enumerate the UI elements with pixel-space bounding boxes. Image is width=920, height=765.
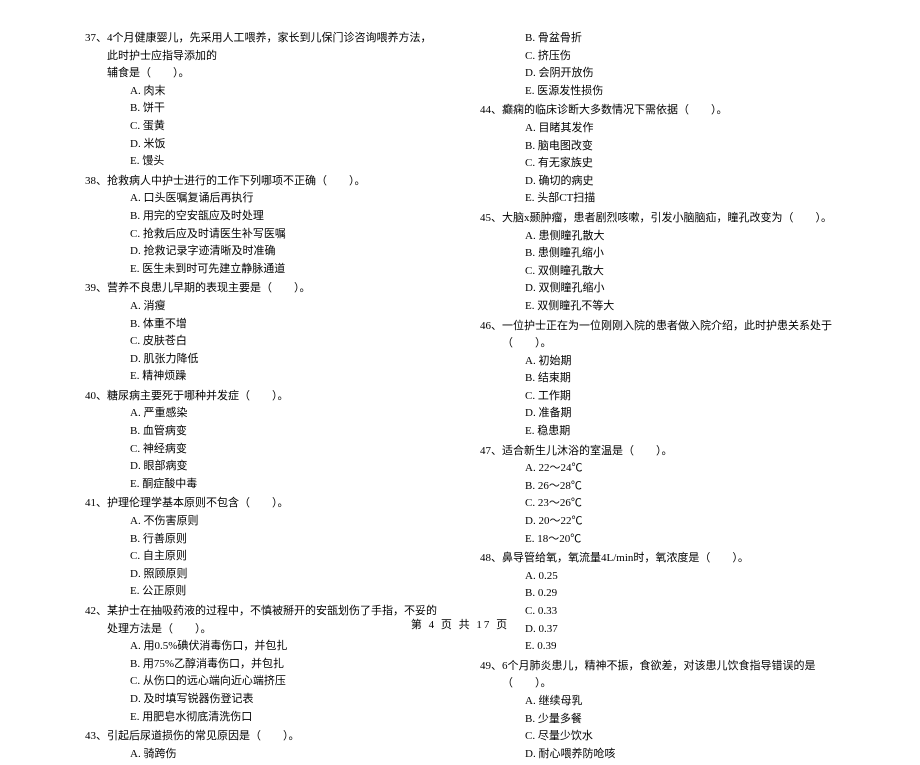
option-a: A. 继续母乳 <box>480 693 835 711</box>
option-b: B. 体重不增 <box>85 316 440 334</box>
question-text: 43、引起后尿道损伤的常见原因是（ ）。 <box>85 728 440 746</box>
option-e: E. 双侧瞳孔不等大 <box>480 298 835 316</box>
question-text: 39、营养不良患儿早期的表现主要是（ ）。 <box>85 280 440 298</box>
option-e: E. 医生未到时可先建立静脉通道 <box>85 261 440 279</box>
page-footer: 第 4 页 共 17 页 <box>0 617 920 635</box>
left-column: 37、4个月健康婴儿，先采用人工喂养，家长到儿保门诊咨询喂养方法，此时护士应指导… <box>85 30 440 765</box>
question-45: 45、大脑x颞肿瘤，患者剧烈咳嗽，引发小脑脑疝，瞳孔改变为（ ）。 A. 患侧瞳… <box>480 210 835 316</box>
option-e: E. 公正原则 <box>85 583 440 601</box>
option-e: E. 头部CT扫描 <box>480 190 835 208</box>
option-a: A. 消瘦 <box>85 298 440 316</box>
option-b: B. 脑电图改变 <box>480 138 835 156</box>
question-text: 37、4个月健康婴儿，先采用人工喂养，家长到儿保门诊咨询喂养方法，此时护士应指导… <box>85 30 440 65</box>
option-e: E. 馒头 <box>85 153 440 171</box>
question-text-cont: 辅食是（ ）。 <box>85 65 440 83</box>
option-a: A. 骑跨伤 <box>85 746 440 764</box>
option-b: B. 用75%乙醇消毒伤口，并包扎 <box>85 656 440 674</box>
question-40: 40、糖尿病主要死于哪种并发症（ ）。 A. 严重感染 B. 血管病变 C. 神… <box>85 388 440 494</box>
question-38: 38、抢救病人中护士进行的工作下列哪项不正确（ ）。 A. 口头医嘱复诵后再执行… <box>85 173 440 279</box>
option-a: A. 0.25 <box>480 568 835 586</box>
option-b: B. 骨盆骨折 <box>480 30 835 48</box>
question-47: 47、适合新生儿沐浴的室温是（ ）。 A. 22～24℃ B. 26～28℃ C… <box>480 443 835 549</box>
option-d: D. 双侧瞳孔缩小 <box>480 280 835 298</box>
option-d: D. 耐心喂养防呛咳 <box>480 746 835 764</box>
question-46: 46、一位护士正在为一位刚刚入院的患者做入院介绍，此时护患关系处于（ ）。 A.… <box>480 318 835 441</box>
option-b: B. 饼干 <box>85 100 440 118</box>
option-c: C. 神经病变 <box>85 441 440 459</box>
question-41: 41、护理伦理学基本原则不包含（ ）。 A. 不伤害原则 B. 行善原则 C. … <box>85 495 440 601</box>
question-49: 49、6个月肺炎患儿，精神不振，食欲差，对该患儿饮食指导错误的是（ ）。 A. … <box>480 658 835 764</box>
option-a: A. 不伤害原则 <box>85 513 440 531</box>
option-d: D. 肌张力降低 <box>85 351 440 369</box>
option-a: A. 严重感染 <box>85 405 440 423</box>
question-text: 45、大脑x颞肿瘤，患者剧烈咳嗽，引发小脑脑疝，瞳孔改变为（ ）。 <box>480 210 835 228</box>
option-c: C. 皮肤苍白 <box>85 333 440 351</box>
option-c: C. 有无家族史 <box>480 155 835 173</box>
option-d: D. 准备期 <box>480 405 835 423</box>
option-e: E. 稳患期 <box>480 423 835 441</box>
option-a: A. 用0.5%碘伏消毒伤口，并包扎 <box>85 638 440 656</box>
content-columns: 37、4个月健康婴儿，先采用人工喂养，家长到儿保门诊咨询喂养方法，此时护士应指导… <box>85 30 835 765</box>
option-e: E. 精神烦躁 <box>85 368 440 386</box>
option-d: D. 确切的病史 <box>480 173 835 191</box>
right-column: B. 骨盆骨折 C. 挤压伤 D. 会阴开放伤 E. 医源发性损伤 44、癫痫的… <box>480 30 835 765</box>
option-d: D. 米饭 <box>85 136 440 154</box>
question-48: 48、鼻导管给氧，氧流量4L/min时，氧浓度是（ ）。 A. 0.25 B. … <box>480 550 835 656</box>
option-c: C. 工作期 <box>480 388 835 406</box>
option-b: B. 结束期 <box>480 370 835 388</box>
option-b: B. 行善原则 <box>85 531 440 549</box>
option-c: C. 抢救后应及时请医生补写医嘱 <box>85 226 440 244</box>
option-c: C. 自主原则 <box>85 548 440 566</box>
option-b: B. 少量多餐 <box>480 711 835 729</box>
option-e: E. 18～20℃ <box>480 531 835 549</box>
option-e: E. 用肥皂水彻底清洗伤口 <box>85 709 440 727</box>
option-c: C. 双侧瞳孔散大 <box>480 263 835 281</box>
option-b: B. 血管病变 <box>85 423 440 441</box>
option-b: B. 患侧瞳孔缩小 <box>480 245 835 263</box>
option-d: D. 照顾原则 <box>85 566 440 584</box>
question-39: 39、营养不良患儿早期的表现主要是（ ）。 A. 消瘦 B. 体重不增 C. 皮… <box>85 280 440 386</box>
option-c: C. 从伤口的远心端向近心端挤压 <box>85 673 440 691</box>
question-43: 43、引起后尿道损伤的常见原因是（ ）。 A. 骑跨伤 <box>85 728 440 763</box>
option-c: C. 挤压伤 <box>480 48 835 66</box>
question-text: 47、适合新生儿沐浴的室温是（ ）。 <box>480 443 835 461</box>
option-a: A. 目睹其发作 <box>480 120 835 138</box>
option-e: E. 0.39 <box>480 638 835 656</box>
question-text: 49、6个月肺炎患儿，精神不振，食欲差，对该患儿饮食指导错误的是（ ）。 <box>480 658 835 693</box>
question-text: 44、癫痫的临床诊断大多数情况下需依据（ ）。 <box>480 102 835 120</box>
option-a: A. 患侧瞳孔散大 <box>480 228 835 246</box>
question-text: 48、鼻导管给氧，氧流量4L/min时，氧浓度是（ ）。 <box>480 550 835 568</box>
question-44: 44、癫痫的临床诊断大多数情况下需依据（ ）。 A. 目睹其发作 B. 脑电图改… <box>480 102 835 208</box>
option-d: D. 抢救记录字迹清晰及时准确 <box>85 243 440 261</box>
option-c: C. 蛋黄 <box>85 118 440 136</box>
option-a: A. 肉末 <box>85 83 440 101</box>
option-a: A. 22～24℃ <box>480 460 835 478</box>
option-e: E. 医源发性损伤 <box>480 83 835 101</box>
option-d: D. 会阴开放伤 <box>480 65 835 83</box>
option-a: A. 口头医嘱复诵后再执行 <box>85 190 440 208</box>
question-text: 38、抢救病人中护士进行的工作下列哪项不正确（ ）。 <box>85 173 440 191</box>
option-d: D. 20～22℃ <box>480 513 835 531</box>
option-a: A. 初始期 <box>480 353 835 371</box>
option-b: B. 0.29 <box>480 585 835 603</box>
option-d: D. 眼部病变 <box>85 458 440 476</box>
question-text: 40、糖尿病主要死于哪种并发症（ ）。 <box>85 388 440 406</box>
option-e: E. 酮症酸中毒 <box>85 476 440 494</box>
option-b: B. 26～28℃ <box>480 478 835 496</box>
option-c: C. 23～26℃ <box>480 495 835 513</box>
question-43-cont: B. 骨盆骨折 C. 挤压伤 D. 会阴开放伤 E. 医源发性损伤 <box>480 30 835 100</box>
question-text: 41、护理伦理学基本原则不包含（ ）。 <box>85 495 440 513</box>
option-d: D. 及时填写锐器伤登记表 <box>85 691 440 709</box>
option-b: B. 用完的空安瓿应及时处理 <box>85 208 440 226</box>
question-text: 46、一位护士正在为一位刚刚入院的患者做入院介绍，此时护患关系处于（ ）。 <box>480 318 835 353</box>
question-37: 37、4个月健康婴儿，先采用人工喂养，家长到儿保门诊咨询喂养方法，此时护士应指导… <box>85 30 440 171</box>
option-c: C. 尽量少饮水 <box>480 728 835 746</box>
